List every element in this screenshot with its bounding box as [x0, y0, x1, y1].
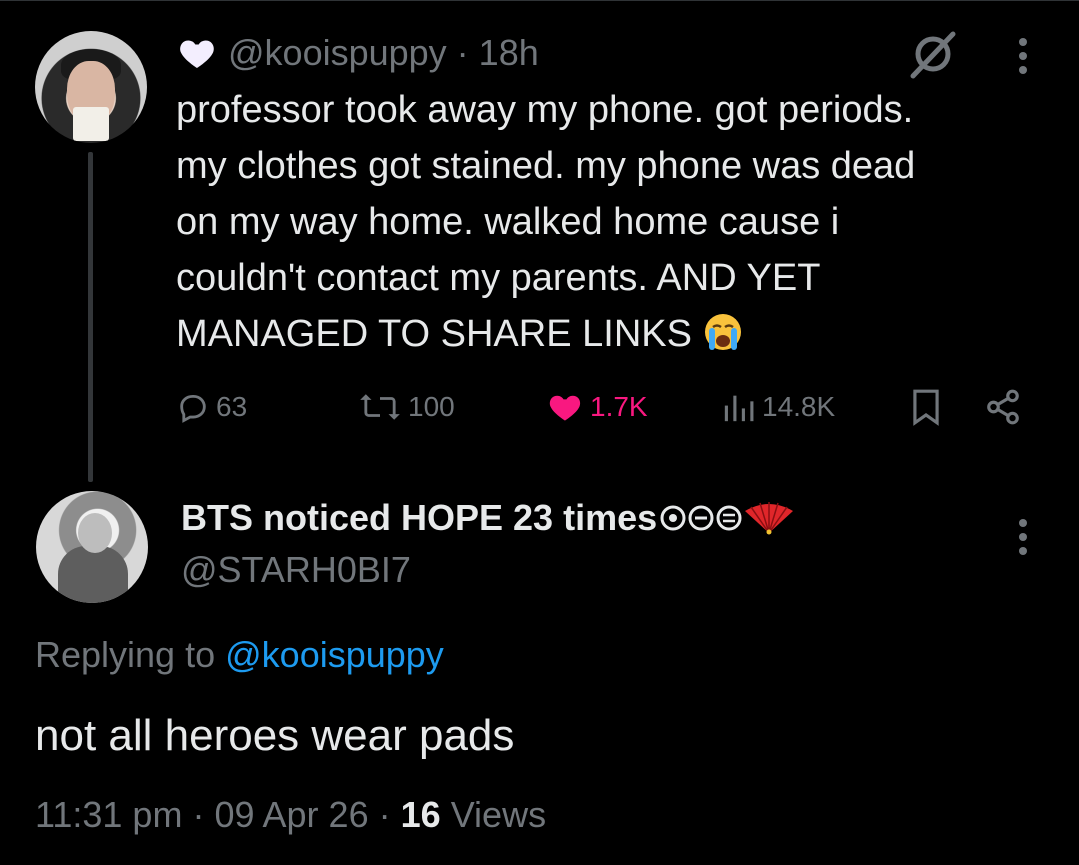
reply-avatar[interactable] — [36, 491, 148, 603]
dot-separator: · — [378, 794, 391, 835]
top-divider — [0, 0, 1079, 1]
post-date[interactable]: 09 Apr 26 — [214, 794, 368, 835]
author-handle[interactable]: @kooispuppy — [228, 32, 447, 74]
more-options-icon[interactable] — [1016, 36, 1030, 76]
repost-icon — [360, 394, 400, 420]
views-count: 14.8K — [762, 391, 836, 422]
grok-icon[interactable] — [905, 26, 961, 82]
display-name: BTS noticed HOPE 23 times — [181, 497, 658, 538]
avatar[interactable] — [35, 31, 147, 143]
like-button[interactable]: 1.7K — [546, 384, 648, 430]
tweet-text: professor took away my phone. got period… — [176, 89, 916, 355]
replying-to-mention[interactable]: @kooispuppy — [225, 634, 444, 675]
replying-to-line: Replying to @kooispuppy — [35, 634, 444, 676]
reply-text: not all heroes wear pads — [35, 711, 515, 760]
circled-minus-icon — [688, 505, 714, 531]
dot-separator: · — [456, 32, 469, 73]
post-time[interactable]: 11:31 pm — [35, 794, 182, 835]
folding-fan-icon — [745, 502, 794, 535]
replying-to-label: Replying to — [35, 634, 216, 675]
bookmark-icon — [913, 389, 939, 426]
dot-separator: · — [192, 794, 205, 835]
white-heart-icon — [180, 40, 214, 68]
reply-author-handle[interactable]: @STARH0BI7 — [181, 549, 411, 591]
thread-connector-line — [88, 152, 93, 482]
reply-count: 63 — [216, 391, 248, 422]
views-label: Views — [450, 794, 547, 835]
share-icon — [987, 389, 1019, 425]
repost-count: 100 — [408, 391, 455, 422]
repost-button[interactable]: 100 — [358, 384, 455, 430]
reply-author-name[interactable]: BTS noticed HOPE 23 times — [181, 497, 795, 539]
share-button[interactable] — [984, 384, 1022, 430]
crying-face-icon — [704, 314, 741, 350]
views-number: 16 — [400, 794, 441, 835]
more-options-icon[interactable] — [1016, 517, 1030, 557]
heart-filled-icon — [549, 395, 581, 421]
tweet-meta: 11:31 pm · 09 Apr 26 · 16 Views — [35, 794, 546, 836]
views-button[interactable]: 14.8K — [722, 384, 835, 430]
tweet-time[interactable]: 18h — [479, 32, 539, 74]
circled-equals-icon — [716, 505, 742, 531]
bookmark-button[interactable] — [910, 384, 942, 430]
reply-icon — [180, 394, 206, 423]
reply-button[interactable]: 63 — [176, 384, 247, 430]
views-icon — [724, 395, 754, 422]
like-count: 1.7K — [590, 391, 648, 422]
parent-tweet-header: @kooispuppy · 18h — [176, 30, 539, 76]
tweet-actions: 63 100 1.7K 14.8K — [176, 384, 1036, 430]
circled-dot-icon — [660, 505, 686, 531]
name-decoration-icons — [659, 501, 795, 535]
